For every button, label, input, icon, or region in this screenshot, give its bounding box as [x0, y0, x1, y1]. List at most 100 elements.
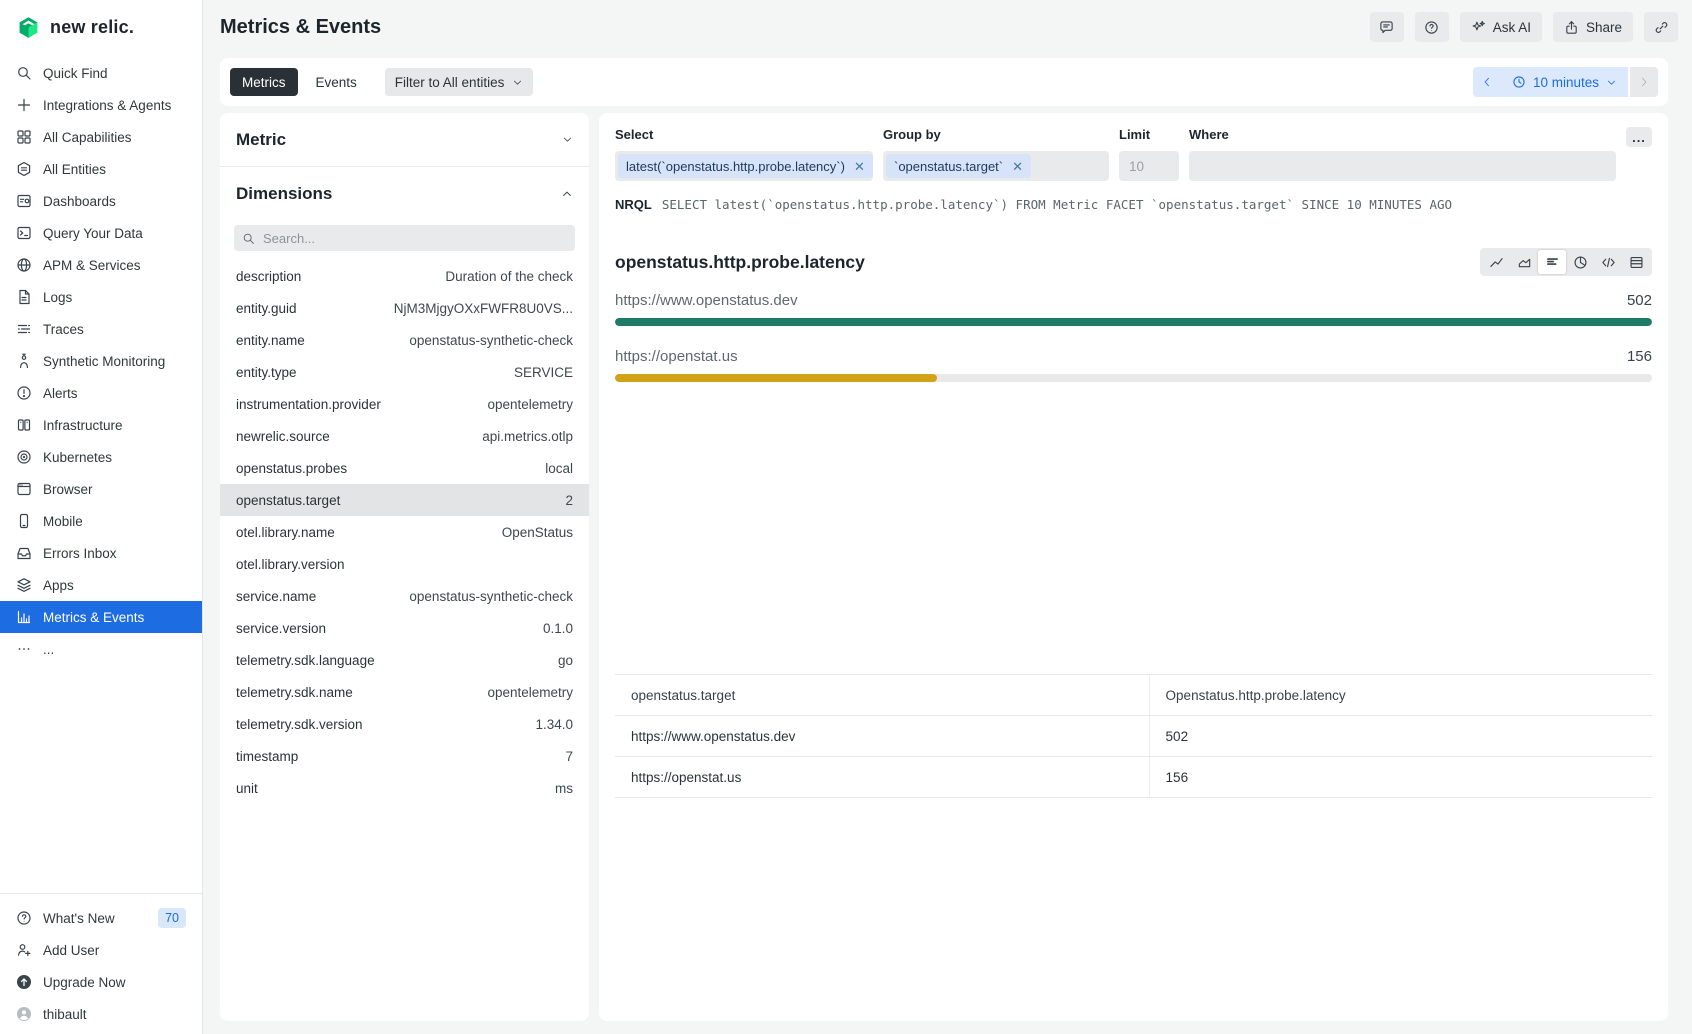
dimension-value: openstatus-synthetic-check	[409, 333, 573, 348]
where-input[interactable]	[1192, 158, 1613, 175]
chart-type-area-button[interactable]	[1510, 250, 1538, 274]
sidebar-item-traces[interactable]: Traces	[0, 313, 202, 345]
time-range-dropdown[interactable]: 10 minutes	[1501, 67, 1628, 97]
sidebar-item-browser[interactable]: Browser	[0, 473, 202, 505]
dimensions-section-header[interactable]: Dimensions	[220, 167, 589, 221]
dimension-value: ms	[555, 781, 573, 796]
bar-label: https://openstat.us	[615, 348, 738, 365]
sidebar-item-label: Mobile	[43, 514, 83, 529]
dimension-search-input[interactable]	[261, 230, 567, 247]
dimension-row-telemetry-sdk-version[interactable]: telemetry.sdk.version1.34.0	[220, 708, 589, 740]
tab-events[interactable]: Events	[304, 68, 369, 96]
remove-group-by-icon[interactable]: ✕	[1012, 160, 1023, 173]
page-title: Metrics & Events	[220, 16, 381, 39]
chart-type-table-button[interactable]	[1622, 250, 1650, 274]
new-relic-logo[interactable]: new relic.	[0, 0, 202, 55]
query-panel: Select latest(`openstatus.http.probe.lat…	[599, 113, 1668, 1021]
main-area: Metrics & Events Ask AI Share MetricsEve…	[203, 0, 1692, 1034]
dimension-row-telemetry-sdk-language[interactable]: telemetry.sdk.languagego	[220, 644, 589, 676]
metric-section-header[interactable]: Metric	[220, 113, 589, 167]
sidebar-item-mobile[interactable]: Mobile	[0, 505, 202, 537]
chart-type-pie-button[interactable]	[1566, 250, 1594, 274]
dimension-value: api.metrics.otlp	[482, 429, 573, 444]
dimension-row-entity-name[interactable]: entity.nameopenstatus-synthetic-check	[220, 324, 589, 356]
sidebar-footer-item-what-s-new[interactable]: What's New70	[0, 902, 202, 934]
chevron-down-icon	[562, 134, 573, 145]
dimension-row-telemetry-sdk-name[interactable]: telemetry.sdk.name opentelemetry	[220, 676, 589, 708]
sidebar-item-errors-inbox[interactable]: Errors Inbox	[0, 537, 202, 569]
sidebar-item-infrastructure[interactable]: Infrastructure	[0, 409, 202, 441]
dimension-row-otel-library-name[interactable]: otel.library.nameOpenStatus	[220, 516, 589, 548]
bar-track	[615, 374, 1652, 382]
ask-ai-label: Ask AI	[1493, 20, 1531, 35]
sidebar-footer-item-thibault[interactable]: thibault	[0, 998, 202, 1030]
dimension-row-openstatus-target[interactable]: openstatus.target2	[220, 484, 589, 516]
group-by-pill[interactable]: `openstatus.target` ✕	[886, 154, 1031, 178]
sidebar-footer-item-add-user[interactable]: Add User	[0, 934, 202, 966]
sidebar-item-label: Query Your Data	[43, 226, 143, 241]
limit-field[interactable]: 10	[1119, 151, 1179, 181]
tab-metrics[interactable]: Metrics	[230, 68, 298, 96]
dimension-row-openstatus-probes[interactable]: openstatus.probeslocal	[220, 452, 589, 484]
results-table: openstatus.targetOpenstatus.http.probe.l…	[615, 674, 1652, 798]
time-forward-button[interactable]	[1630, 67, 1658, 97]
dimension-row-instrumentation-provider[interactable]: instrumentation.provideropentelemetry	[220, 388, 589, 420]
dimension-row-timestamp[interactable]: timestamp7	[220, 740, 589, 772]
dimension-row-unit[interactable]: unitms	[220, 772, 589, 804]
sidebar-item-all-capabilities[interactable]: All Capabilities	[0, 121, 202, 153]
sidebar-item-logs[interactable]: Logs	[0, 281, 202, 313]
sidebar-item-label: Alerts	[43, 386, 78, 401]
brand-name: new relic.	[50, 17, 134, 38]
dimension-value: SERVICE	[514, 365, 573, 380]
select-pill[interactable]: latest(`openstatus.http.probe.latency`) …	[618, 154, 873, 178]
sidebar-footer-item-upgrade-now[interactable]: Upgrade Now	[0, 966, 202, 998]
sidebar-item-all-entities[interactable]: All Entities	[0, 153, 202, 185]
view-tabs: MetricsEvents	[230, 68, 369, 96]
dimension-row-otel-library-version[interactable]: otel.library.version	[220, 548, 589, 580]
select-field[interactable]: latest(`openstatus.http.probe.latency`) …	[615, 151, 873, 181]
where-clause: Where	[1189, 127, 1616, 181]
dimension-key: instrumentation.provider	[236, 397, 381, 412]
sidebar-item-synthetic-monitoring[interactable]: Synthetic Monitoring	[0, 345, 202, 377]
help-button[interactable]	[1415, 12, 1449, 42]
dimension-row-newrelic-source[interactable]: newrelic.sourceapi.metrics.otlp	[220, 420, 589, 452]
dimension-value: opentelemetry	[487, 685, 573, 700]
sidebar-item-more[interactable]: ...	[0, 633, 202, 665]
sidebar-item-apm-services[interactable]: APM & Services	[0, 249, 202, 281]
dimension-row-service-name[interactable]: service.nameopenstatus-synthetic-check	[220, 580, 589, 612]
chart-type-line-button[interactable]	[1482, 250, 1510, 274]
dimension-row-entity-type[interactable]: entity.typeSERVICE	[220, 356, 589, 388]
remove-select-icon[interactable]: ✕	[854, 160, 865, 173]
sidebar-item-dashboards[interactable]: Dashboards	[0, 185, 202, 217]
query-more-button[interactable]: ...	[1626, 127, 1652, 147]
help-icon	[1424, 20, 1439, 35]
ask-ai-button[interactable]: Ask AI	[1460, 12, 1542, 42]
chart-type-toggle	[1480, 248, 1652, 276]
nrql-label: NRQL	[615, 197, 652, 212]
permalink-button[interactable]	[1644, 12, 1678, 42]
time-back-button[interactable]	[1473, 67, 1501, 97]
sidebar-item-quick-find[interactable]: Quick Find	[0, 57, 202, 89]
chart-type-bar-button[interactable]	[1538, 250, 1566, 274]
whatsnew-icon	[16, 910, 32, 926]
dimension-row-service-version[interactable]: service.version0.1.0	[220, 612, 589, 644]
sidebar-item-apps[interactable]: Apps	[0, 569, 202, 601]
content: Metric Dimensions descriptionDuration of…	[220, 113, 1668, 1021]
sidebar-item-query-your-data[interactable]: Query Your Data	[0, 217, 202, 249]
sidebar-item-integrations-agents[interactable]: Integrations & Agents	[0, 89, 202, 121]
dimension-row-description[interactable]: descriptionDuration of the check	[220, 260, 589, 292]
chart-type-json-button[interactable]	[1594, 250, 1622, 274]
entity-filter-dropdown[interactable]: Filter to All entities	[385, 68, 534, 96]
sidebar-item-kubernetes[interactable]: Kubernetes	[0, 441, 202, 473]
group-by-field[interactable]: `openstatus.target` ✕	[883, 151, 1109, 181]
share-button[interactable]: Share	[1553, 12, 1633, 42]
chart-title: openstatus.http.probe.latency	[615, 252, 865, 273]
more-icon	[16, 641, 32, 657]
sidebar-item-label: Infrastructure	[43, 418, 123, 433]
feedback-button[interactable]	[1370, 12, 1404, 42]
sidebar-item-metrics-events[interactable]: Metrics & Events	[0, 601, 202, 633]
dimension-key: telemetry.sdk.name	[236, 685, 353, 700]
dimension-row-entity-guid[interactable]: entity.guidNjM3MjgyOXxFWFR8U0VS...	[220, 292, 589, 324]
sidebar-item-alerts[interactable]: Alerts	[0, 377, 202, 409]
dimension-key: openstatus.target	[236, 493, 340, 508]
